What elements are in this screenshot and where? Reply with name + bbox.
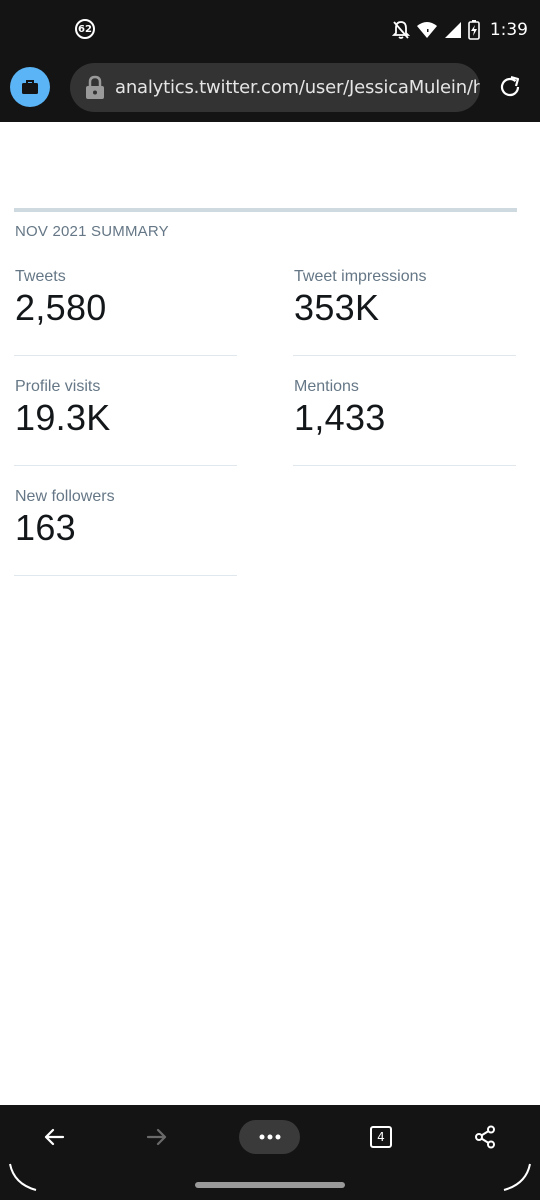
- url-bar[interactable]: analytics.twitter.com/user/JessicaMulein…: [70, 63, 480, 112]
- tabs-button[interactable]: 4: [361, 1117, 401, 1157]
- right-edge-gesture-icon: [503, 1163, 531, 1191]
- back-arrow-icon: [44, 1128, 65, 1146]
- bell-off-icon: [391, 21, 410, 39]
- briefcase-icon: [22, 80, 38, 94]
- metric-label: New followers: [15, 488, 115, 505]
- metric-divider: [14, 575, 237, 576]
- metric-value: 1,433: [294, 397, 386, 438]
- metric-tweets: Tweets 2,580: [15, 268, 238, 329]
- clock: 1:39: [489, 20, 528, 40]
- tabs-icon: 4: [370, 1126, 392, 1148]
- metric-value: 353K: [294, 287, 380, 328]
- share-icon: [475, 1125, 495, 1149]
- url-text: analytics.twitter.com/user/JessicaMulein…: [115, 77, 480, 98]
- notification-badge-icon: 62: [75, 19, 95, 39]
- metric-tweet-impressions: Tweet impressions 353K: [294, 268, 517, 329]
- page-content: NOV 2021 SUMMARY Tweets 2,580 Tweet impr…: [0, 122, 540, 1105]
- forward-arrow-icon: [146, 1128, 167, 1146]
- more-dots-icon: [259, 1134, 280, 1140]
- signal-icon: [444, 22, 461, 38]
- summary-top-divider: [14, 208, 517, 212]
- metric-new-followers: New followers 163: [15, 488, 238, 549]
- metric-label: Tweet impressions: [294, 268, 427, 285]
- metric-label: Tweets: [15, 268, 66, 285]
- metric-mentions: Mentions 1,433: [294, 378, 517, 439]
- work-profile-button[interactable]: [10, 67, 50, 107]
- left-edge-gesture-icon: [9, 1163, 37, 1191]
- home-indicator[interactable]: [195, 1182, 345, 1188]
- metric-divider: [14, 465, 237, 466]
- status-bar: 62 1:39: [0, 0, 540, 60]
- battery-charging-icon: [468, 20, 480, 40]
- metric-value: 163: [15, 507, 76, 548]
- back-button[interactable]: [34, 1117, 74, 1157]
- metric-label: Profile visits: [15, 378, 101, 395]
- forward-button[interactable]: [137, 1117, 177, 1157]
- more-menu-button[interactable]: [239, 1120, 300, 1154]
- metric-value: 19.3K: [15, 397, 111, 438]
- share-button[interactable]: [465, 1117, 505, 1157]
- lock-icon: [86, 75, 104, 99]
- metric-divider: [293, 465, 516, 466]
- metric-profile-visits: Profile visits 19.3K: [15, 378, 238, 439]
- wifi-icon: [416, 22, 437, 38]
- metric-divider: [293, 355, 516, 356]
- summary-title: NOV 2021 SUMMARY: [15, 223, 169, 240]
- metric-divider: [14, 355, 237, 356]
- reload-button[interactable]: [494, 71, 526, 103]
- metric-label: Mentions: [294, 378, 359, 395]
- metric-value: 2,580: [15, 287, 107, 328]
- status-icons: 1:39: [391, 18, 528, 42]
- reload-icon: [500, 75, 520, 97]
